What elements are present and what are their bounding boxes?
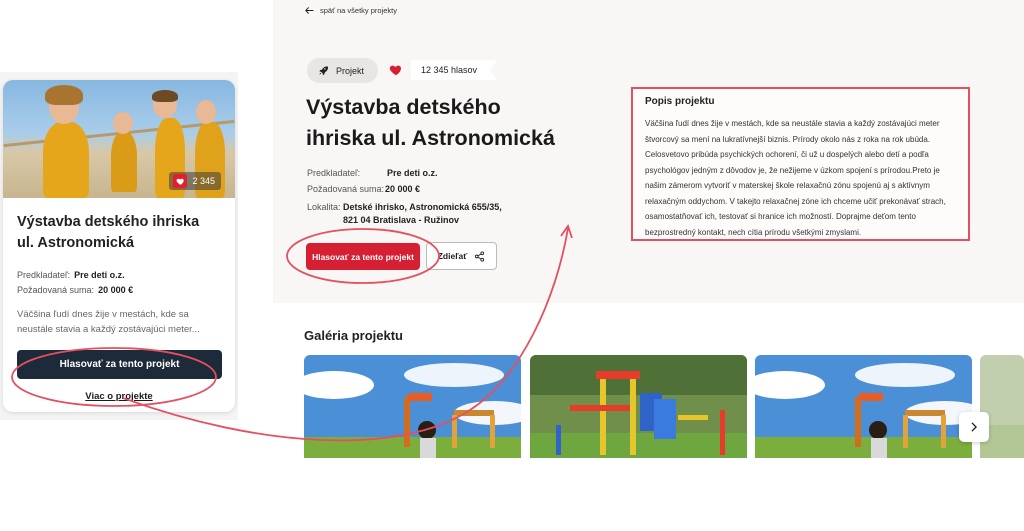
back-link-label: späť na všetky projekty [320, 6, 398, 15]
card-meta: Predkladateľ: Pre deti o.z. Požadovaná su… [17, 268, 221, 298]
card-more-link[interactable]: Viac o projekte [3, 391, 235, 402]
gallery-image[interactable] [755, 355, 972, 458]
share-button-label: Zdieľať [437, 251, 468, 261]
location-line-2: 821 04 Bratislava - Ružinov [343, 215, 460, 225]
submitter-row: Predkladateľ: Pre deti o.z. [307, 168, 438, 178]
card-title: Výstavba detského ihriska ul. Astronomic… [17, 214, 200, 251]
vote-button[interactable]: Hlasovať za tento projekt [306, 243, 420, 270]
gallery-next-button[interactable] [959, 412, 989, 442]
project-detail-page: späť na všetky projekty Projekt 12 345 h… [273, 0, 1024, 303]
amount-row: Požadovaná suma: 20 000 € [307, 184, 420, 194]
gallery-image[interactable] [304, 355, 521, 458]
description-box: Popis projektu Väčšina ľudí dnes žije v … [631, 87, 970, 241]
arrow-left-icon [305, 7, 314, 14]
description-title: Popis projektu [645, 96, 715, 107]
description-text: Väčšina ľudí dnes žije v mestách, kde sa… [645, 119, 946, 237]
card-image: 2 345 [3, 80, 235, 198]
back-link[interactable]: späť na všetky projekty [305, 6, 397, 15]
share-button[interactable]: Zdieľať [426, 242, 497, 270]
project-tag-label: Projekt [336, 65, 365, 76]
gallery-image[interactable] [530, 355, 747, 458]
gallery-section: Galéria projektu [273, 303, 1024, 458]
project-card: 2 345 Výstavba detského ihriska ul. Astr… [3, 80, 235, 412]
card-submitter-value: Pre deti o.z. [74, 270, 125, 280]
location-row: Lokalita: Detské ihrisko, Astronomická 6… [307, 202, 502, 225]
heart-icon[interactable] [385, 59, 407, 81]
card-description: Väčšina ľudí dnes žije v mestách, kde sa… [17, 309, 200, 335]
submitter-label: Predkladateľ: [307, 168, 361, 178]
share-icon [475, 250, 485, 262]
gallery-image[interactable] [980, 355, 1024, 458]
heart-icon [173, 174, 188, 188]
card-amount-value: 20 000 € [98, 285, 134, 295]
project-card-backdrop: 2 345 Výstavba detského ihriska ul. Astr… [0, 72, 238, 420]
card-submitter-label: Predkladateľ: [17, 270, 71, 280]
gallery-title: Galéria projektu [304, 328, 403, 343]
chevron-right-icon [971, 422, 978, 432]
card-votes-badge: 2 345 [169, 172, 221, 190]
card-votes-count: 2 345 [192, 176, 215, 186]
submitter-value: Pre deti o.z. [387, 168, 438, 178]
votes-count: 12 345 hlasov [411, 60, 498, 80]
location-line-1: Detské ihrisko, Astronomická 655/35, [343, 202, 502, 212]
amount-value: 20 000 € [385, 184, 421, 194]
rocket-icon [319, 66, 329, 76]
card-vote-button[interactable]: Hlasovať za tento projekt [17, 350, 222, 379]
amount-label: Požadovaná suma: [307, 184, 385, 194]
votes-counter: 12 345 hlasov [385, 59, 498, 81]
location-label: Lokalita: [307, 202, 341, 212]
project-tag: Projekt [307, 58, 379, 83]
card-amount-label: Požadovaná suma: [17, 285, 95, 295]
page-title: Výstavba detského ihriska ul. Astronomic… [306, 95, 555, 150]
